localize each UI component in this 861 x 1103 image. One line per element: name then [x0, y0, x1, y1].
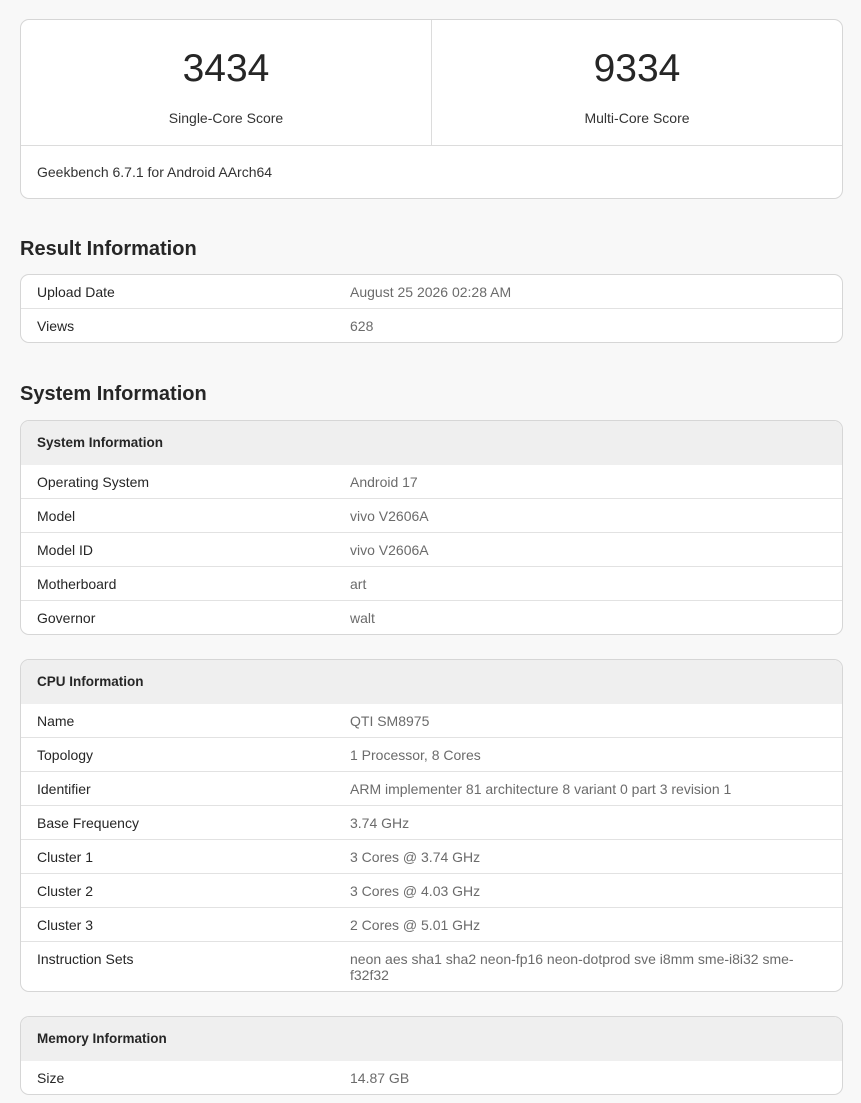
- row-key: Model: [37, 508, 76, 524]
- table-row: Upload Date August 25 2026 02:28 AM: [21, 275, 842, 308]
- row-key: Cluster 2: [37, 883, 94, 899]
- row-value: 14.87 GB: [350, 1070, 410, 1086]
- row-value: 3 Cores @ 3.74 GHz: [350, 849, 481, 865]
- row-key: Operating System: [37, 474, 150, 490]
- row-value: 1 Processor, 8 Cores: [350, 747, 481, 763]
- system-information-heading: System Information: [20, 383, 207, 405]
- multi-core-score-label: Multi-Core Score: [584, 110, 690, 126]
- table-row: Operating System Android 17: [21, 465, 842, 498]
- table-row: Model ID vivo V2606A: [21, 532, 842, 566]
- row-value: 3 Cores @ 4.03 GHz: [350, 883, 481, 899]
- table-row: Name QTI SM8975: [21, 704, 842, 737]
- row-key: Cluster 1: [37, 849, 94, 865]
- result-information-table: Upload Date August 25 2026 02:28 AM View…: [20, 274, 843, 343]
- table-row: Views 628: [21, 308, 842, 342]
- row-value: vivo V2606A: [350, 542, 429, 558]
- table-row: Instruction Sets neon aes sha1 sha2 neon…: [21, 941, 842, 991]
- table-header: CPU Information: [21, 660, 842, 704]
- row-key: Model ID: [37, 542, 94, 558]
- row-key: Identifier: [37, 781, 91, 797]
- row-key: Base Frequency: [37, 815, 139, 831]
- row-value: 3.74 GHz: [350, 815, 410, 831]
- scores-row: 3434 Single-Core Score 9334 Multi-Core S…: [21, 20, 842, 146]
- table-row: Base Frequency 3.74 GHz: [21, 805, 842, 839]
- result-information-heading: Result Information: [20, 238, 197, 260]
- page: 3434 Single-Core Score 9334 Multi-Core S…: [0, 0, 861, 1095]
- multi-core-score-value: 9334: [593, 47, 681, 90]
- row-key: Motherboard: [37, 576, 117, 592]
- single-core-score: 3434 Single-Core Score: [21, 20, 431, 145]
- table-row: Cluster 3 2 Cores @ 5.01 GHz: [21, 907, 842, 941]
- row-value: 2 Cores @ 5.01 GHz: [350, 917, 481, 933]
- row-value: 628: [350, 318, 374, 334]
- row-key: Name: [37, 713, 75, 729]
- multi-core-score: 9334 Multi-Core Score: [431, 20, 842, 145]
- row-value: August 25 2026 02:28 AM: [350, 284, 512, 300]
- row-key: Instruction Sets: [37, 951, 134, 967]
- score-card: 3434 Single-Core Score 9334 Multi-Core S…: [20, 19, 843, 199]
- row-key: Cluster 3: [37, 917, 94, 933]
- row-value: ARM implementer 81 architecture 8 varian…: [350, 781, 732, 797]
- row-key: Governor: [37, 610, 96, 626]
- row-value: QTI SM8975: [350, 713, 430, 729]
- benchmark-version: Geekbench 6.7.1 for Android AArch64: [37, 164, 273, 180]
- table-row: Governor walt: [21, 600, 842, 634]
- table-row: Size 14.87 GB: [21, 1061, 842, 1094]
- table-row: Motherboard art: [21, 566, 842, 600]
- table-row: Cluster 2 3 Cores @ 4.03 GHz: [21, 873, 842, 907]
- system-information-table: System Information Operating System Andr…: [20, 420, 843, 635]
- row-key: Size: [37, 1070, 65, 1086]
- row-value: Android 17: [350, 474, 418, 490]
- single-core-score-value: 3434: [182, 47, 270, 90]
- row-value: vivo V2606A: [350, 508, 429, 524]
- row-key: Views: [37, 318, 75, 334]
- row-value: art: [350, 576, 367, 592]
- row-value: neon aes sha1 sha2 neon-fp16 neon-dotpro…: [350, 951, 794, 983]
- row-value: walt: [350, 610, 375, 626]
- table-row: Cluster 1 3 Cores @ 3.74 GHz: [21, 839, 842, 873]
- row-key: Topology: [37, 747, 94, 763]
- cpu-information-table: CPU Information Name QTI SM8975 Topology…: [20, 659, 843, 992]
- memory-information-table: Memory Information Size 14.87 GB: [20, 1016, 843, 1095]
- single-core-score-label: Single-Core Score: [168, 110, 284, 126]
- table-header: Memory Information: [21, 1017, 842, 1061]
- table-header: System Information: [21, 421, 842, 465]
- table-row: Identifier ARM implementer 81 architectu…: [21, 771, 842, 805]
- row-key: Upload Date: [37, 284, 115, 300]
- table-row: Topology 1 Processor, 8 Cores: [21, 737, 842, 771]
- table-row: Model vivo V2606A: [21, 498, 842, 532]
